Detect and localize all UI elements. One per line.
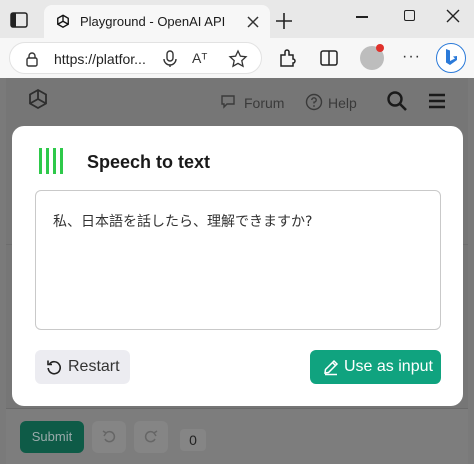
token-count: 0 [180,429,206,451]
split-screen-icon[interactable] [318,47,340,69]
forum-icon[interactable] [220,93,238,111]
help-link[interactable]: Help [328,95,357,111]
browser-nav-bar: https://platfor... Aᵀ ··· [0,38,474,78]
minimize-button[interactable] [356,16,368,18]
plus-icon[interactable] [274,11,294,31]
pencil-icon [324,359,339,376]
read-aloud-icon[interactable]: Aᵀ [192,50,207,66]
menu-icon[interactable] [427,92,447,110]
more-menu-icon[interactable]: ··· [402,48,421,66]
favorite-star-icon[interactable] [228,49,248,69]
restart-icon [47,360,61,375]
maximize-button[interactable] [404,10,415,21]
transcript-textarea[interactable]: 私、日本語を話したら、理解できますか? [35,190,441,330]
address-bar[interactable]: https://platfor... Aᵀ [9,42,262,74]
speech-to-text-logo [39,148,63,174]
microphone-icon[interactable] [162,50,178,68]
submit-button[interactable]: Submit [20,421,84,453]
openai-logo[interactable] [26,88,50,112]
browser-tab[interactable]: Playground - OpenAI API [44,5,270,38]
restart-label: Restart [68,358,120,375]
playground-footer: Submit 0 [6,408,468,464]
bing-icon[interactable] [436,43,466,73]
close-icon[interactable] [246,15,260,29]
use-as-input-label: Use as input [344,358,433,375]
undo-button[interactable] [92,421,126,453]
openai-favicon [57,14,69,29]
redo-icon [144,429,158,442]
lock-icon[interactable] [24,51,40,67]
speech-to-text-dialog: Speech to text 私、日本語を話したら、理解できますか? Resta… [12,126,463,406]
url-text[interactable]: https://platfor... [54,51,146,67]
tab-title: Playground - OpenAI API [80,14,226,29]
search-icon[interactable] [386,90,408,112]
redo-button[interactable] [134,421,168,453]
dialog-title: Speech to text [87,152,211,172]
browser-tab-bar: Playground - OpenAI API [0,0,474,38]
help-icon[interactable] [305,93,323,111]
notification-dot [376,44,384,52]
extensions-icon[interactable] [277,47,299,69]
undo-icon [102,429,116,442]
use-as-input-button[interactable]: Use as input [310,350,441,384]
tab-actions-icon[interactable] [8,9,30,31]
window-close-button[interactable] [446,9,460,23]
restart-button[interactable]: Restart [35,350,130,384]
forum-link[interactable]: Forum [244,95,284,111]
